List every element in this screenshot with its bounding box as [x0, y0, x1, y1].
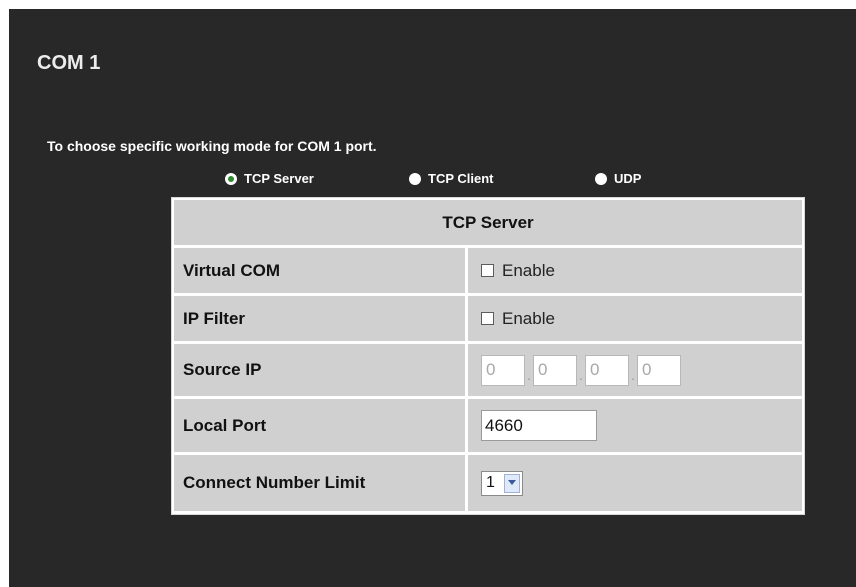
chevron-down-icon[interactable]	[504, 473, 520, 493]
ip-separator: .	[631, 367, 635, 383]
radio-tcp-server[interactable]	[225, 172, 237, 185]
page-title: COM 1	[37, 52, 101, 74]
mode-tcp-client-label: TCP Client	[428, 171, 494, 186]
table-header: TCP Server	[174, 200, 802, 245]
local-port-cell	[468, 399, 802, 452]
local-port-label: Local Port	[174, 399, 465, 452]
source-ip-fields: . . .	[481, 354, 681, 386]
radio-udp[interactable]	[595, 172, 607, 185]
mode-udp[interactable]: UDP	[595, 171, 641, 186]
source-ip-octet-2[interactable]	[533, 354, 577, 386]
radio-tcp-client[interactable]	[409, 172, 421, 185]
connect-limit-label: Connect Number Limit	[174, 455, 465, 511]
mode-tcp-server[interactable]: TCP Server	[225, 171, 314, 186]
connect-limit-cell: 1	[468, 455, 802, 511]
local-port-input[interactable]	[481, 410, 597, 441]
source-ip-label: Source IP	[174, 344, 465, 396]
ip-filter-label: IP Filter	[174, 296, 465, 341]
virtual-com-checkbox[interactable]	[481, 264, 494, 277]
ip-separator: .	[527, 367, 531, 383]
mode-description: To choose specific working mode for COM …	[47, 138, 377, 154]
source-ip-cell: . . .	[468, 344, 802, 396]
ip-filter-checkbox[interactable]	[481, 312, 494, 325]
ip-separator: .	[579, 367, 583, 383]
ip-filter-enable-label: Enable	[502, 308, 555, 328]
source-ip-octet-4[interactable]	[637, 354, 681, 386]
mode-selector: TCP Server TCP Client UDP	[225, 171, 685, 191]
mode-udp-label: UDP	[614, 171, 642, 186]
mode-tcp-server-label: TCP Server	[244, 171, 314, 186]
ip-filter-cell: Enable	[468, 296, 802, 341]
virtual-com-cell: Enable	[468, 248, 802, 293]
source-ip-octet-3[interactable]	[585, 354, 629, 386]
connect-limit-select[interactable]: 1	[481, 470, 523, 496]
ip-filter-enable[interactable]: Enable	[481, 309, 555, 329]
settings-table: TCP Server Virtual COM Enable IP Filter …	[171, 197, 805, 515]
source-ip-octet-1[interactable]	[481, 354, 525, 386]
virtual-com-label: Virtual COM	[174, 248, 465, 293]
virtual-com-enable-label: Enable	[502, 260, 555, 280]
mode-tcp-client[interactable]: TCP Client	[409, 171, 494, 186]
virtual-com-enable[interactable]: Enable	[481, 261, 555, 281]
connect-limit-value: 1	[486, 474, 495, 491]
